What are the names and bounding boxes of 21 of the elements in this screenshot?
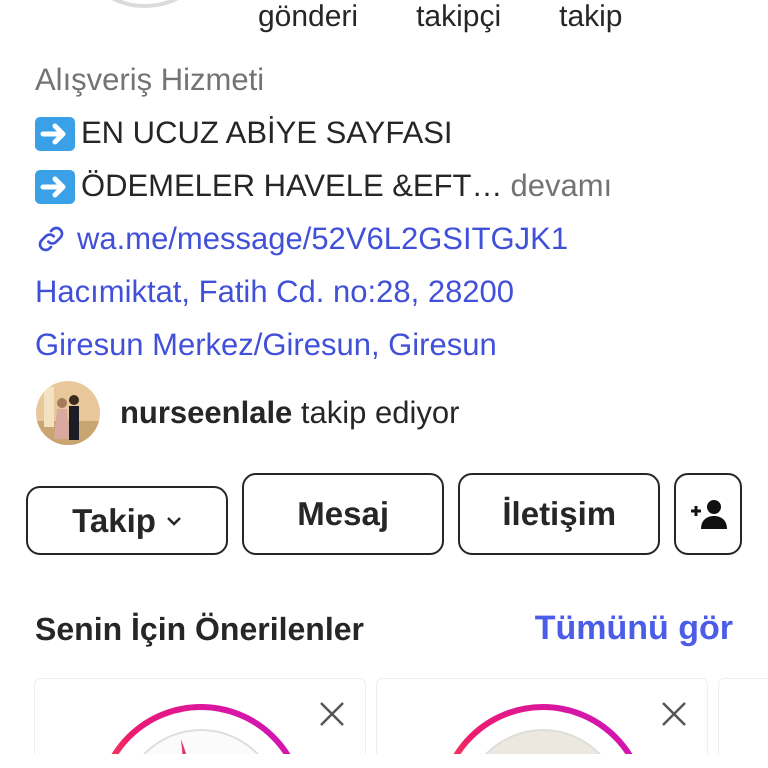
address-link[interactable]: Giresun Merkez/Giresun, Giresun	[35, 318, 497, 371]
address-link[interactable]: Hacımiktat, Fatih Cd. no:28, 28200	[35, 265, 514, 318]
close-icon[interactable]	[319, 701, 345, 727]
website-link[interactable]: wa.me/message/52V6L2GSITGJK1	[77, 212, 568, 265]
more-link[interactable]: devamı	[510, 159, 612, 212]
close-icon[interactable]	[661, 701, 687, 727]
bio-line: ÖDEMELER HAVELE &EFT…	[81, 167, 502, 205]
follow-button[interactable]: Takip	[26, 486, 228, 555]
profile-button[interactable]: Mesaj	[242, 473, 444, 555]
stat-label: gönderi	[258, 0, 358, 34]
stat-label: takipçi	[416, 0, 502, 34]
followed-by-text: nurseenlale takip ediyor	[120, 394, 460, 432]
add-person-button[interactable]	[674, 473, 742, 555]
bio-line: EN UCUZ ABİYE SAYFASI	[81, 114, 453, 152]
category-label: Alışveriş Hizmeti	[35, 61, 264, 99]
profile-button[interactable]: İletişim	[458, 473, 660, 555]
caret-icon	[166, 516, 182, 526]
stat-label: takip	[559, 0, 622, 34]
see-all-link[interactable]: Tümünü gör	[534, 603, 733, 654]
add-person-icon	[689, 499, 728, 529]
section-title: Senin İçin Önerilenler	[35, 610, 364, 649]
